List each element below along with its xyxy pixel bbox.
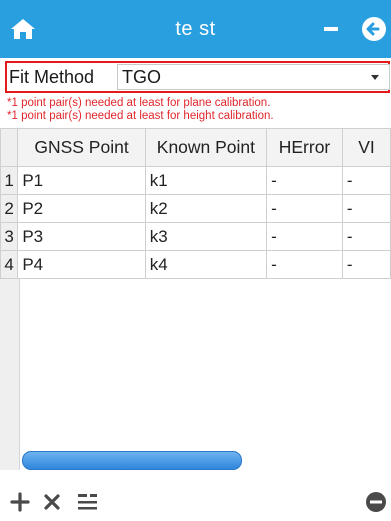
column-header-herror[interactable]: HError	[266, 128, 343, 167]
minimize-icon[interactable]	[324, 27, 338, 31]
more-icon[interactable]	[362, 487, 390, 517]
point-grid: GNSS Point Known Point HError VI 1 P1 k1…	[0, 128, 391, 279]
column-header-known-point[interactable]: Known Point	[144, 128, 268, 167]
fit-method-label: Fit Method	[9, 67, 95, 87]
back-arrow-icon[interactable]	[361, 16, 387, 42]
gnss-point-cell[interactable]: P4	[17, 250, 146, 279]
verror-cell: -	[341, 222, 391, 251]
verror-cell: -	[341, 194, 391, 223]
known-point-cell[interactable]: k1	[144, 166, 268, 195]
row-number: 3	[0, 222, 19, 251]
horizontal-scrollbar[interactable]	[22, 451, 242, 470]
title-bar: te st	[0, 0, 391, 58]
delete-icon[interactable]	[38, 487, 66, 517]
known-point-cell[interactable]: k4	[144, 250, 268, 279]
known-point-cell[interactable]: k3	[144, 222, 268, 251]
point-pair-table[interactable]: GNSS Point Known Point HError VI 1 P1 k1…	[0, 128, 391, 470]
height-calibration-warning: *1 point pair(s) needed at least for hei…	[7, 110, 274, 122]
column-header-verror[interactable]: VI	[341, 128, 391, 167]
table-row[interactable]: 2 P2 k2 - -	[0, 194, 391, 223]
herror-cell: -	[266, 250, 343, 279]
column-header-gnss-point[interactable]: GNSS Point	[17, 128, 146, 167]
table-header-row: GNSS Point Known Point HError VI	[0, 128, 391, 167]
corner-cell	[0, 128, 19, 167]
bottom-toolbar	[0, 487, 391, 521]
list-icon[interactable]	[73, 487, 101, 517]
row-number: 4	[0, 250, 19, 279]
known-point-cell[interactable]: k2	[144, 194, 268, 223]
add-icon[interactable]	[6, 487, 34, 517]
herror-cell: -	[266, 194, 343, 223]
app-window: te st Fit Method TGO *1 point pair(s) ne…	[0, 0, 391, 521]
row-number: 1	[0, 166, 19, 195]
plane-calibration-warning: *1 point pair(s) needed at least for pla…	[7, 97, 271, 109]
table-row[interactable]: 3 P3 k3 - -	[0, 222, 391, 251]
fit-method-row: Fit Method TGO	[5, 61, 390, 93]
verror-cell: -	[341, 250, 391, 279]
herror-cell: -	[266, 166, 343, 195]
fit-method-select[interactable]: TGO	[117, 64, 390, 90]
verror-cell: -	[341, 166, 391, 195]
gnss-point-cell[interactable]: P2	[17, 194, 146, 223]
fit-method-value: TGO	[122, 67, 161, 87]
gnss-point-cell[interactable]: P1	[17, 166, 146, 195]
chevron-down-icon	[371, 75, 379, 80]
table-row[interactable]: 1 P1 k1 - -	[0, 166, 391, 195]
row-number: 2	[0, 194, 19, 223]
herror-cell: -	[266, 222, 343, 251]
gnss-point-cell[interactable]: P3	[17, 222, 146, 251]
table-row[interactable]: 4 P4 k4 - -	[0, 250, 391, 279]
